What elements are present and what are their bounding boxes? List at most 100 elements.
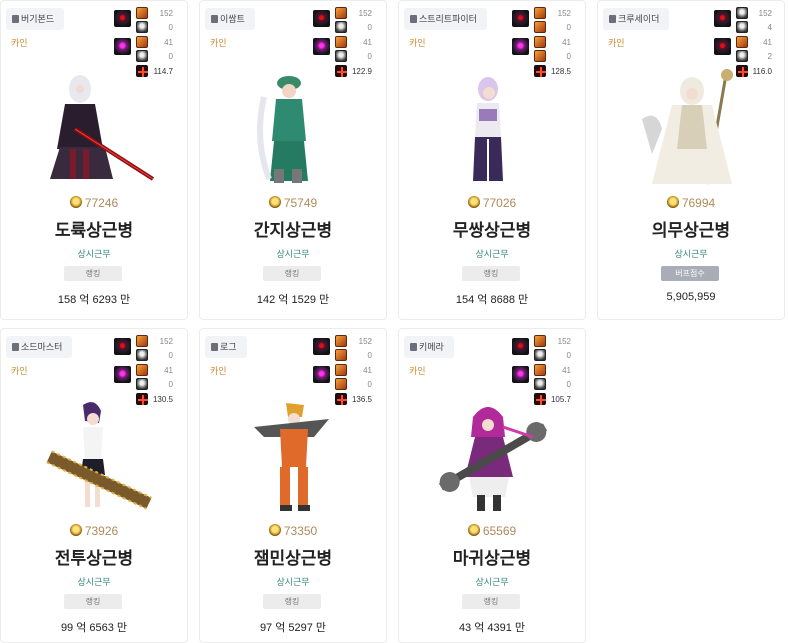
server-label: 카인 [11,366,28,376]
fame-value: 76994 [681,196,716,210]
character-card[interactable]: 스트리트파이터 카인 152 0 41 0 128.5 77026 무쌍상근병 … [398,0,586,320]
fame-value: 75749 [283,196,318,210]
character-card[interactable]: 키메라 카인 152 0 41 0 105.7 65569 마귀상근병 상시근무… [398,328,586,643]
character-name[interactable]: 무쌍상근병 [399,216,585,241]
fame-score: 75749 [200,196,386,210]
character-name[interactable]: 잼민상근병 [200,544,386,569]
stat-value: 41 [562,366,571,375]
job-label: 크루세이더 [618,14,660,24]
character-sprite [473,77,503,181]
guild-name: 상시근무 [475,577,509,587]
character-name[interactable]: 전투상근병 [1,544,187,569]
stat-value: 152 [557,337,571,346]
character-name[interactable]: 마귀상근병 [399,544,585,569]
aura-icon [114,366,131,383]
character-card[interactable]: 로그 카인 152 0 41 0 136.5 73350 잼민상근병 상시근무 … [199,328,387,643]
server-label: 카인 [409,38,426,48]
job-label: 로그 [220,342,237,352]
stat-value: 0 [566,351,571,360]
ranking-badge[interactable]: 랭킹 [462,266,520,281]
character-name[interactable]: 간지상근병 [200,216,386,241]
fame-score: 73350 [200,524,386,538]
creature-icon [114,338,131,355]
aura-icon [714,38,731,55]
job-icon [609,15,616,23]
job-icon [410,343,417,351]
gold-amount: 43 억 4391 만 [458,622,526,634]
gold-amount: 99 억 6563 만 [60,622,128,634]
job-label: 스트리트파이터 [419,14,477,24]
gold-amount: 97 억 5297 만 [259,622,327,634]
stat-value: 4 [767,23,772,32]
job-label: 소드마스터 [21,342,63,352]
fame-value: 73926 [84,524,119,538]
fame-score: 65569 [399,524,585,538]
job-tag: 소드마스터 [6,336,73,358]
character-grid: 버기본드 카인 152 0 41 0 114.7 77246 도륙상근병 상시근… [0,0,788,643]
stat-value: 152 [758,9,772,18]
character-card[interactable]: 이쌈트 카인 152 0 41 0 122.9 75749 간지상근병 상시근무… [199,0,387,320]
character-card[interactable]: 버기본드 카인 152 0 41 0 114.7 77246 도륙상근병 상시근… [0,0,188,320]
ranking-badge[interactable]: 랭킹 [64,594,122,609]
creature-icon [714,10,731,27]
stat-value: 0 [367,351,372,360]
stat-value: 2 [767,52,772,61]
character-card[interactable]: 크루세이더 카인 152 4 41 2 116.0 76994 의무상근병 상시… [597,0,785,320]
guild-name: 상시근무 [475,249,509,259]
fame-score: 73926 [1,524,187,538]
server-label: 카인 [409,366,426,376]
stat-value: 0 [566,23,571,32]
job-label: 키메라 [419,342,444,352]
job-label: 이쌈트 [220,14,245,24]
aura-icon [313,38,330,55]
aura-icon [512,38,529,55]
job-tag: 스트리트파이터 [404,8,487,30]
stat-value: 0 [168,380,173,389]
job-tag: 버기본드 [6,8,65,30]
creature-icon [114,10,131,27]
fame-score: 77246 [1,196,187,210]
stat-value: 0 [168,23,173,32]
character-sprite [642,69,733,185]
fame-value: 77246 [84,196,119,210]
guild-name: 상시근무 [276,249,310,259]
fame-value: 77026 [482,196,517,210]
gold-amount: 142 억 1529 만 [256,294,330,306]
stat-value: 0 [168,52,173,61]
job-icon [410,15,417,23]
fame-score: 77026 [399,196,585,210]
character-card[interactable]: 소드마스터 카인 152 0 41 0 130.5 73926 전투상근병 상시… [0,328,188,643]
ranking-badge[interactable]: 랭킹 [263,266,321,281]
buff-score-badge[interactable]: 버프점수 [661,266,719,281]
character-sprite [257,76,308,183]
character-sprite [254,403,329,511]
ranking-badge[interactable]: 랭킹 [64,266,122,281]
stat-value: 41 [763,38,772,47]
guild-name: 상시근무 [77,577,111,587]
job-icon [211,15,218,23]
character-sprite [439,407,547,511]
aura-icon [512,366,529,383]
aura-icon [313,366,330,383]
fame-value: 73350 [283,524,318,538]
ranking-badge[interactable]: 랭킹 [462,594,520,609]
stat-value: 0 [367,380,372,389]
stat-value: 41 [363,366,372,375]
character-sprite [50,75,155,181]
character-name[interactable]: 도륙상근병 [1,216,187,241]
stat-value: 152 [159,9,173,18]
creature-icon [313,338,330,355]
character-name[interactable]: 의무상근병 [598,216,784,241]
server-label: 카인 [210,366,227,376]
stat-value: 152 [557,9,571,18]
guild-name: 상시근무 [674,249,708,259]
job-tag: 로그 [205,336,247,358]
fame-medal-icon [467,196,480,208]
stat-value: 41 [363,38,372,47]
fame-medal-icon [268,524,281,536]
job-icon [12,15,19,23]
gold-amount: 154 억 8688 만 [455,294,529,306]
character-sprite [46,402,152,510]
ranking-badge[interactable]: 랭킹 [263,594,321,609]
job-icon [12,343,19,351]
